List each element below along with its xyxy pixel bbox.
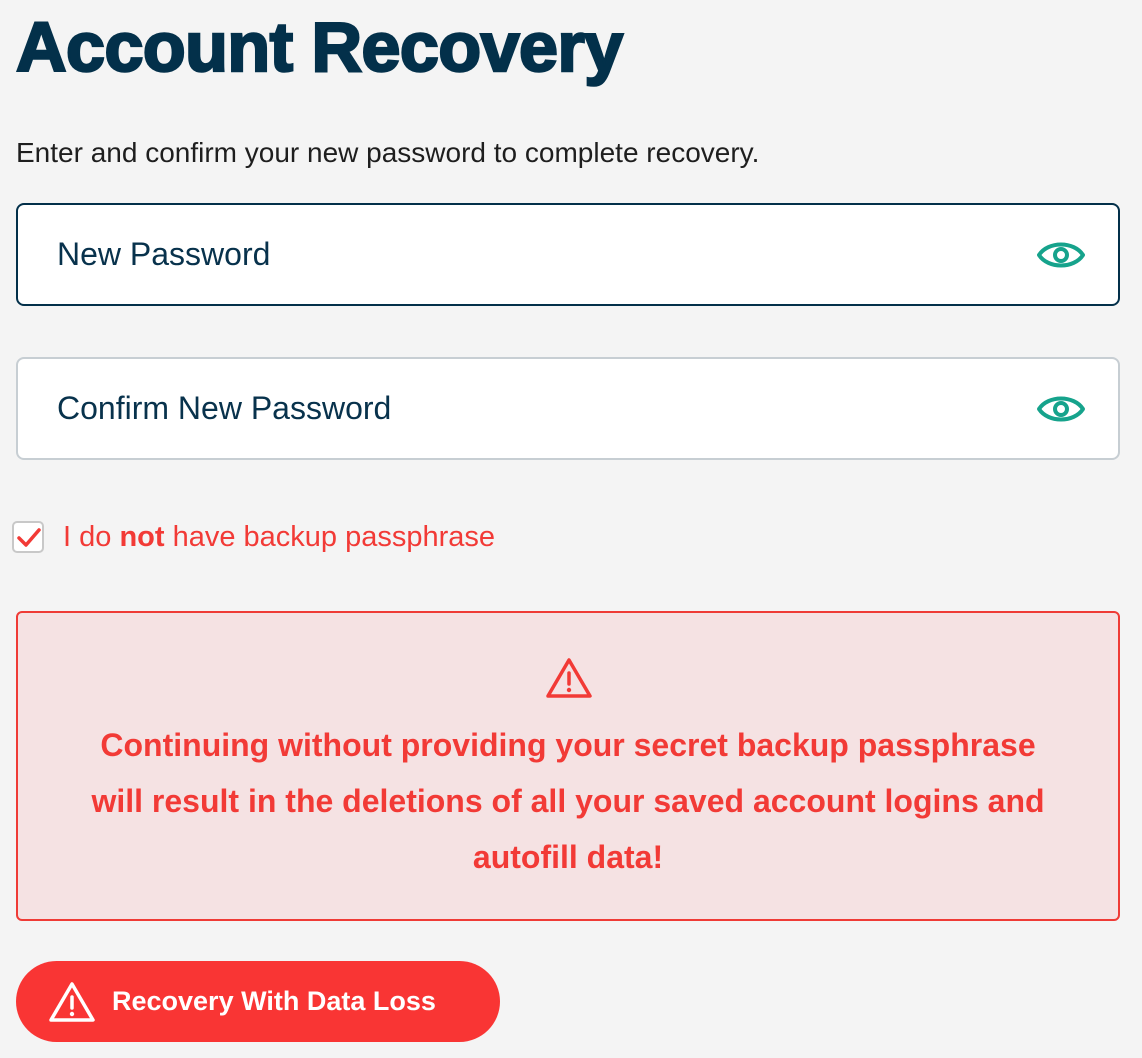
- warning-message: Continuing without providing your secret…: [91, 727, 1045, 875]
- warning-triangle-icon: [546, 658, 592, 698]
- new-password-field[interactable]: New Password: [16, 203, 1120, 306]
- no-backup-checkbox[interactable]: [12, 521, 44, 553]
- confirm-password-field[interactable]: Confirm New Password: [16, 357, 1120, 460]
- account-recovery-page: Account Recovery Enter and confirm your …: [0, 0, 1142, 1058]
- recovery-button-label: Recovery With Data Loss: [112, 986, 436, 1016]
- recovery-with-data-loss-button[interactable]: Recovery With Data Loss: [16, 961, 500, 1042]
- eye-icon[interactable]: [1036, 237, 1086, 273]
- no-backup-passphrase-option[interactable]: I do not have backup passphrase: [12, 518, 495, 556]
- checkmark-icon: [17, 528, 41, 547]
- confirm-password-placeholder: Confirm New Password: [57, 390, 392, 426]
- label-suffix: have backup passphrase: [164, 520, 496, 553]
- data-loss-warning-box: Continuing without providing your secret…: [16, 611, 1120, 921]
- label-prefix: I do: [63, 520, 120, 553]
- warning-triangle-icon: [49, 981, 95, 1022]
- eye-icon[interactable]: [1036, 391, 1086, 427]
- new-password-placeholder: New Password: [57, 236, 271, 272]
- no-backup-checkbox-label[interactable]: I do not have backup passphrase: [63, 521, 495, 554]
- page-title: Account Recovery: [15, 7, 625, 88]
- label-emphasis: not: [119, 520, 165, 553]
- page-subtitle: Enter and confirm your new password to c…: [16, 137, 760, 168]
